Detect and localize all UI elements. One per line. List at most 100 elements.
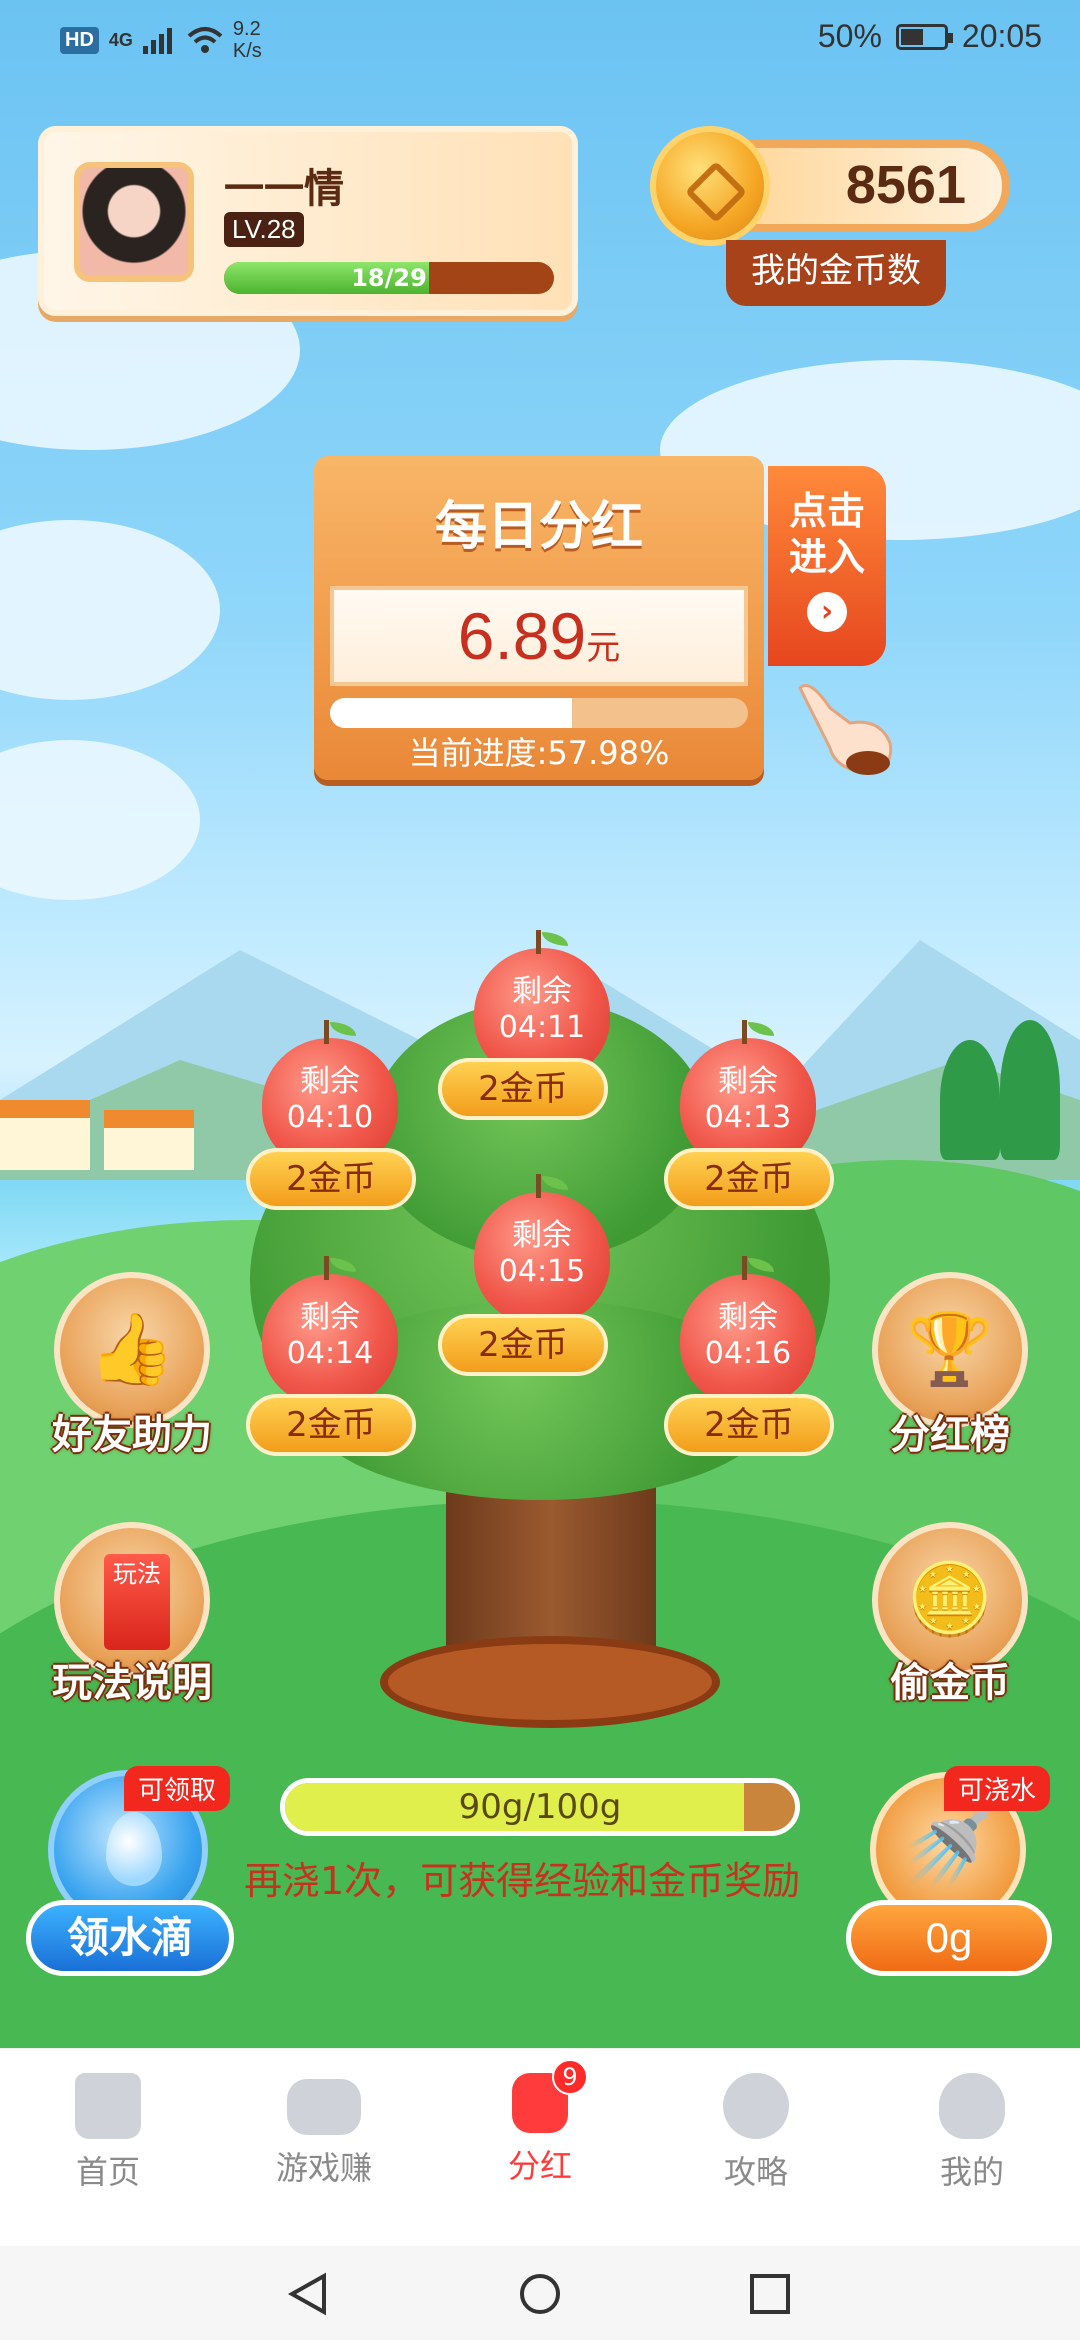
apple-countdown: 04:11 [498, 1010, 586, 1045]
dividend-progress-fill [330, 698, 573, 728]
xp-progress-bar: 18/29 [224, 262, 554, 294]
daily-dividend-card[interactable]: 每日分红 6.89元 当前进度:57.98% [314, 456, 764, 780]
watering-can-icon: 🚿 [903, 1806, 993, 1890]
gamepad-icon [287, 2079, 361, 2135]
status-right: 50% 20:05 [818, 18, 1042, 55]
claim-tag: 可领取 [124, 1766, 231, 1811]
dividend-title: 每日分红 [434, 497, 643, 557]
apple-countdown: 04:14 [286, 1336, 374, 1371]
pine-tree [1000, 1020, 1060, 1160]
nav-label: 攻略 [723, 2153, 788, 2191]
apple-remaining-label: 剩余 [300, 1300, 360, 1335]
enter-dividend-button[interactable]: 点击 进入 › [768, 466, 886, 666]
coin-amount: 8561 [845, 155, 966, 215]
nav-label: 首页 [75, 2153, 140, 2191]
signal-icon: 4G [108, 29, 133, 50]
level-badge: LV.28 [224, 212, 304, 247]
dividend-icon: 9 [512, 2059, 588, 2133]
water-tree-button[interactable]: 0g [846, 1900, 1052, 1976]
collect-water-button[interactable]: 领水滴 [26, 1900, 234, 1976]
steal-coins-label: 偷金币 [890, 1660, 1010, 1706]
dividend-amount-box: 6.89元 [330, 586, 748, 686]
enter-label-line2: 进入 [788, 535, 865, 579]
wifi-icon [187, 27, 223, 53]
dividend-amount: 6.89元 [334, 598, 744, 674]
hand-coin-icon: 🪙 [906, 1558, 994, 1640]
home-circle-icon[interactable] [518, 2272, 562, 2316]
hd-icon: HD [60, 26, 99, 54]
nav-label: 我的 [939, 2153, 1004, 2191]
trophy-podium-icon: 🏆 [906, 1308, 994, 1390]
nav-dividend[interactable]: 9 分红 [432, 2049, 648, 2246]
rules-book-text: 玩法 [113, 1560, 161, 1588]
bottom-nav: 首页 游戏赚 9 分红 攻略 我的 [0, 2048, 1080, 2246]
profile-card[interactable]: 一一情 LV.28 18/29 [38, 126, 578, 316]
rules-label: 玩法说明 [52, 1660, 212, 1706]
enter-label-line1: 点击 [788, 489, 865, 533]
dividend-progress-text: 当前进度:57.98% [408, 734, 670, 772]
back-icon[interactable] [286, 2272, 330, 2316]
apple-reward-button[interactable]: 2金币 [664, 1394, 834, 1456]
cloud [0, 520, 220, 700]
apple-reward-button[interactable]: 2金币 [438, 1058, 608, 1120]
apple-reward-button[interactable]: 2金币 [246, 1148, 416, 1210]
water-progress-bar: 90g/100g [280, 1778, 800, 1836]
water-progress-text: 90g/100g [458, 1787, 622, 1827]
cellular-signal-icon [142, 28, 172, 54]
apple-countdown: 04:16 [704, 1336, 792, 1371]
nav-guide[interactable]: 攻略 [648, 2049, 864, 2246]
apple-remaining-label: 剩余 [300, 1064, 360, 1099]
status-left: HD 4G 9.2 K/s [60, 18, 262, 62]
apple-countdown: 04:10 [286, 1100, 374, 1135]
apple-remaining-label: 剩余 [512, 974, 572, 1009]
nav-badge: 9 [552, 2059, 588, 2095]
username: 一一情 [224, 166, 344, 212]
network-speed-value: 9.2 [232, 18, 261, 40]
dividend-amount-unit: 元 [586, 629, 621, 667]
apple-remaining-label: 剩余 [718, 1300, 778, 1335]
apple-countdown: 04:15 [498, 1254, 586, 1289]
rules-book-icon: 玩法 [104, 1554, 170, 1650]
home-icon [75, 2073, 141, 2139]
house [104, 1110, 194, 1170]
network-speed: 9.2 K/s [233, 18, 262, 62]
water-drop-icon [106, 1812, 162, 1886]
gold-coin-icon [650, 126, 770, 246]
network-speed-unit: K/s [232, 40, 262, 62]
apple-remaining-label: 剩余 [512, 1218, 572, 1253]
nav-profile[interactable]: 我的 [864, 2049, 1080, 2246]
thumbs-up-icon: 👍 [88, 1308, 176, 1390]
status-bar: HD 4G 9.2 K/s 50% 20:05 [0, 0, 1080, 76]
avatar[interactable] [74, 162, 194, 282]
dividend-progress-bar [330, 698, 748, 728]
clock: 20:05 [961, 18, 1042, 54]
tree-soil [380, 1636, 720, 1728]
coin-label: 我的金币数 [726, 240, 946, 306]
apple-reward-button[interactable]: 2金币 [438, 1314, 608, 1376]
water-hint-text: 再浇1次，可获得经验和金币奖励 [244, 1859, 801, 1903]
apple-fruit[interactable]: 剩余 04:16 [680, 1256, 816, 1406]
recents-square-icon[interactable] [748, 2272, 792, 2316]
apple-remaining-label: 剩余 [718, 1064, 778, 1099]
nav-label: 游戏赚 [275, 2149, 372, 2187]
chevron-right-icon: › [807, 592, 847, 632]
clock-icon [723, 2073, 789, 2139]
friend-help-label: 好友助力 [52, 1412, 212, 1458]
nav-label: 分红 [507, 2147, 572, 2185]
pointing-hand-icon [798, 684, 893, 775]
pine-tree [940, 1040, 1000, 1160]
house [0, 1100, 90, 1170]
apple-reward-button[interactable]: 2金币 [246, 1394, 416, 1456]
system-navigation-bar [0, 2246, 1080, 2340]
apple-fruit[interactable]: 剩余 04:14 [262, 1256, 398, 1406]
apple-reward-button[interactable]: 2金币 [664, 1148, 834, 1210]
nav-home[interactable]: 首页 [0, 2049, 216, 2246]
battery-icon [895, 23, 953, 50]
nav-games[interactable]: 游戏赚 [216, 2049, 432, 2246]
water-tree-tag: 可浇水 [944, 1766, 1051, 1811]
dividend-rank-label: 分红榜 [890, 1412, 1010, 1458]
battery-percent: 50% [817, 18, 882, 54]
apple-fruit[interactable]: 剩余 04:15 [474, 1174, 610, 1324]
apple-countdown: 04:13 [704, 1100, 792, 1135]
dividend-amount-value: 6.89 [457, 599, 587, 673]
